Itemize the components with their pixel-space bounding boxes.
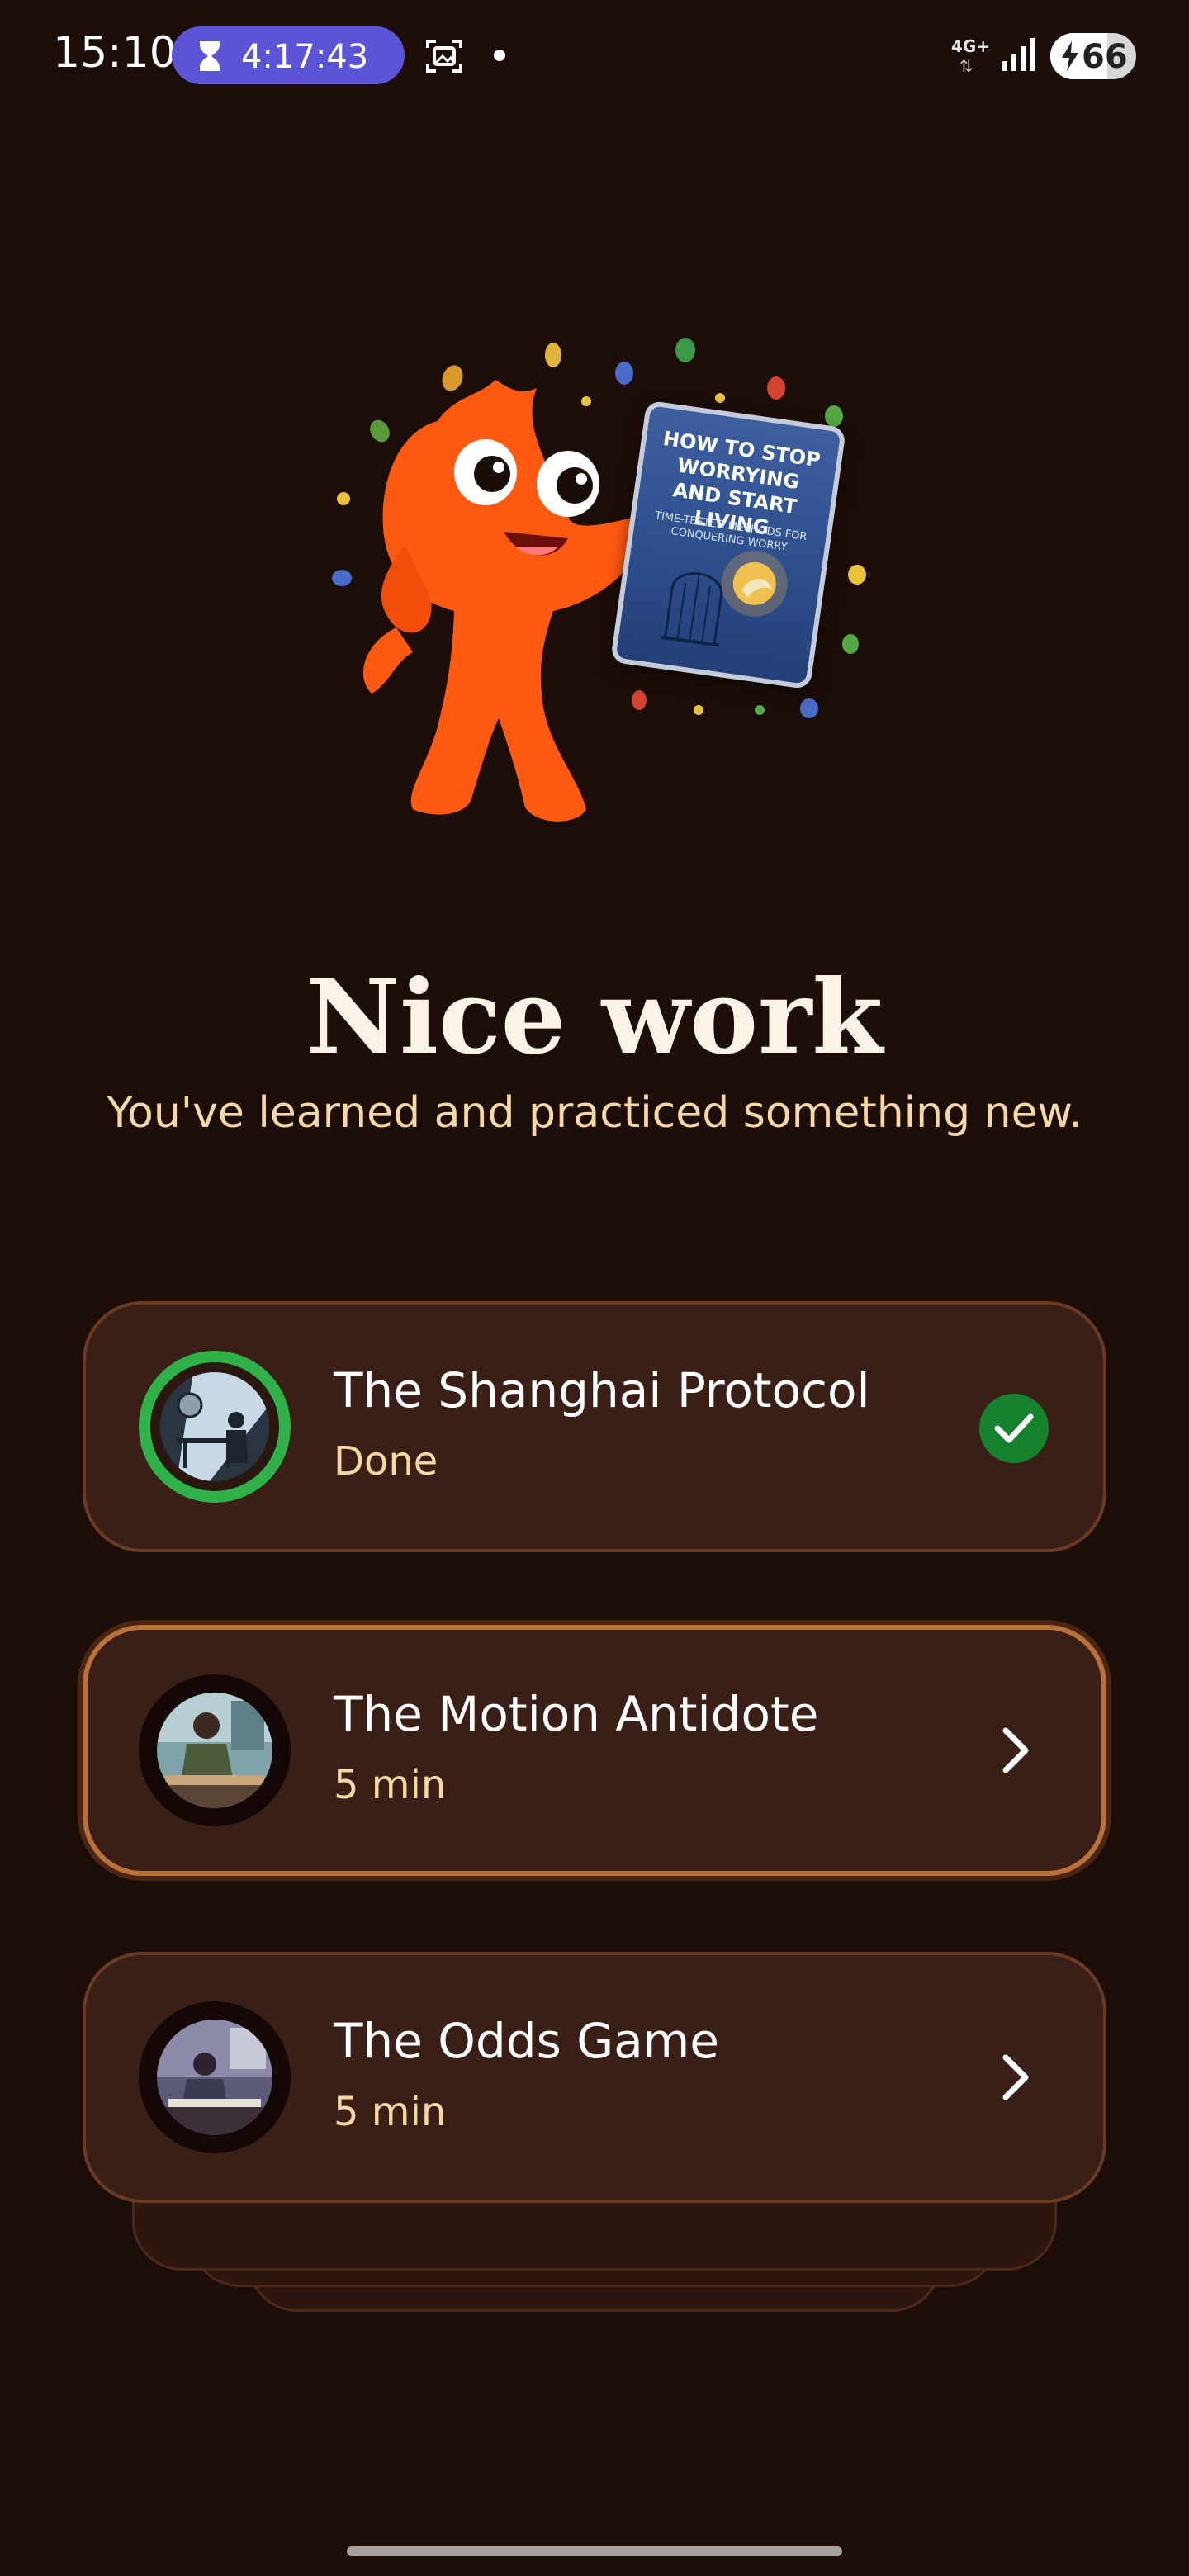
chevron-right-icon <box>1002 2054 1029 2100</box>
checkmark-icon <box>979 1394 1049 1463</box>
book-cover: HOW TO STOP WORRYING AND START LIVING TI… <box>609 400 847 690</box>
lesson-card-odds-game[interactable]: The Odds Game 5 min <box>83 1952 1106 2203</box>
lesson-title: The Odds Game <box>334 2013 719 2069</box>
mascot-illustration: HOW TO STOP WORRYING AND START LIVING TI… <box>314 330 875 842</box>
chevron-right-icon <box>1002 1727 1029 1773</box>
status-bar: 15:10 4:17:43 4G+ ⇅ 66 <box>0 0 1189 112</box>
lesson-complete-screen: 15:10 4:17:43 4G+ ⇅ 66 HOW TO STOP WORRY… <box>0 0 1189 2576</box>
completion-title: Nice work <box>306 958 883 1077</box>
flame-mascot <box>363 380 654 822</box>
lesson-card-motion-antidote[interactable]: The Motion Antidote 5 min <box>83 1625 1106 1876</box>
lesson-thumbnail-ring <box>139 1351 291 1503</box>
lesson-thumbnail-ring <box>139 2001 291 2153</box>
screenshot-icon <box>426 40 462 73</box>
completion-subtitle: You've learned and practiced something n… <box>107 1088 1082 1138</box>
lesson-thumbnail <box>157 1693 272 1808</box>
home-indicator[interactable] <box>347 2546 842 2556</box>
hourglass-icon <box>200 41 220 71</box>
notification-dot <box>494 50 505 61</box>
lesson-thumbnail <box>157 2020 272 2135</box>
lesson-title: The Shanghai Protocol <box>334 1362 870 1418</box>
signal-icon <box>1002 38 1035 71</box>
lesson-duration: 5 min <box>334 1762 447 1808</box>
lesson-thumbnail-ring <box>139 1674 291 1826</box>
network-type: 4G+ <box>951 36 991 56</box>
lesson-card-shanghai-protocol[interactable]: The Shanghai Protocol Done <box>83 1301 1106 1552</box>
focus-timer-pill[interactable]: 4:17:43 <box>172 26 405 84</box>
charging-bolt-icon <box>1062 41 1078 71</box>
battery-level: 66 <box>1082 38 1128 76</box>
lesson-status: Done <box>334 1438 438 1485</box>
lesson-duration: 5 min <box>334 2089 447 2135</box>
lesson-title: The Motion Antidote <box>334 1686 819 1742</box>
timer-text: 4:17:43 <box>241 38 369 76</box>
data-arrows-icon: ⇅ <box>959 56 973 76</box>
battery-indicator: 66 <box>1050 33 1136 79</box>
birdcage-icon <box>660 550 788 647</box>
lesson-thumbnail <box>160 1372 269 1481</box>
clock: 15:10 <box>53 28 177 78</box>
